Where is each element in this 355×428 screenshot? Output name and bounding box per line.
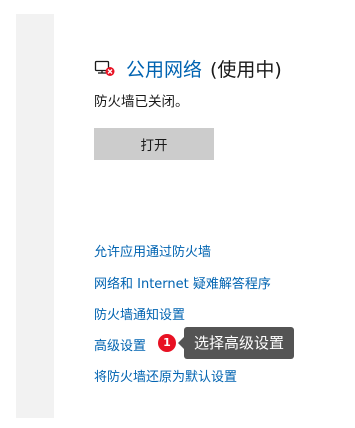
advanced-settings-link[interactable]: 高级设置 bbox=[94, 335, 146, 354]
window-bottom-edge bbox=[0, 418, 355, 428]
public-network-blocked-icon bbox=[94, 59, 116, 77]
network-status: (使用中) bbox=[210, 58, 282, 81]
allow-app-through-firewall-link[interactable]: 允许应用通过防火墙 bbox=[94, 241, 211, 260]
restore-firewall-defaults-link[interactable]: 将防火墙还原为默认设置 bbox=[94, 366, 237, 385]
network-header: 公用网络 (使用中) bbox=[94, 54, 282, 82]
step-number-badge: 1 bbox=[158, 334, 176, 352]
instruction-callout: 选择高级设置 bbox=[184, 327, 295, 359]
turn-on-firewall-button[interactable]: 打开 bbox=[94, 128, 214, 160]
firewall-notification-settings-link[interactable]: 防火墙通知设置 bbox=[94, 304, 185, 323]
firewall-state-text: 防火墙已关闭。 bbox=[94, 94, 189, 110]
network-troubleshooter-link[interactable]: 网络和 Internet 疑难解答程序 bbox=[94, 273, 271, 292]
navigation-pane bbox=[16, 14, 54, 418]
network-title: 公用网络 bbox=[126, 58, 203, 81]
